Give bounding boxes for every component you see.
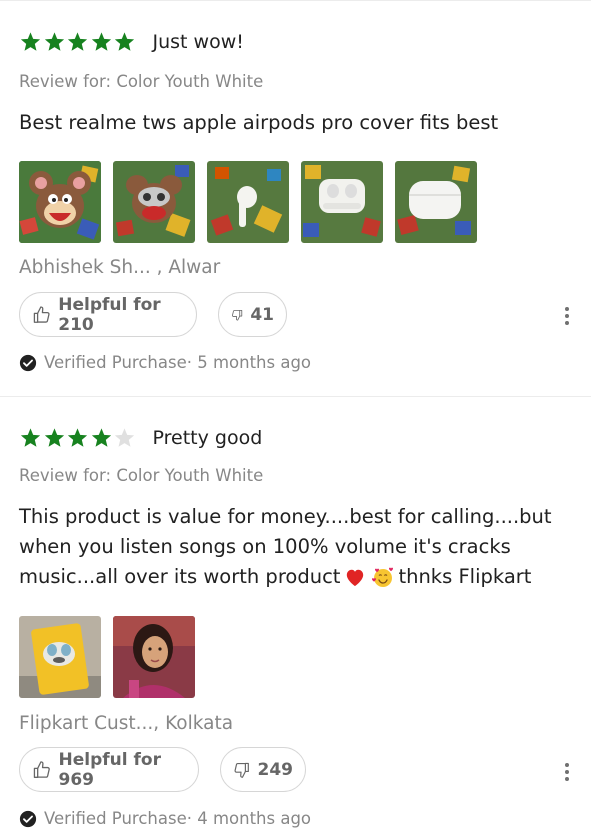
thumbs-down-icon bbox=[232, 309, 243, 321]
thumbs-up-icon bbox=[33, 305, 50, 323]
review-body: Best realme tws apple airpods pro cover … bbox=[19, 111, 499, 134]
star-icon bbox=[91, 32, 111, 51]
star-icon bbox=[44, 428, 64, 447]
rating-row: Pretty good bbox=[19, 427, 262, 449]
review-body: This product is value for money....best … bbox=[19, 502, 552, 592]
star-icon bbox=[114, 32, 135, 51]
review-body-text: thnks Flipkart bbox=[398, 565, 532, 588]
dislike-button[interactable]: 249 bbox=[220, 747, 306, 792]
review-body-line: This product is value for money....best … bbox=[19, 505, 552, 528]
verified-label: Verified Purchase bbox=[44, 809, 187, 828]
review-author: Abhishek Sh... , Alwar bbox=[19, 257, 221, 278]
rating-row: Just wow! bbox=[19, 31, 244, 53]
smiling-face-with-hearts-emoji-icon bbox=[372, 567, 394, 587]
review-headline: Just wow! bbox=[152, 31, 244, 53]
review-body-line: when you listen songs on 100% volume it'… bbox=[19, 535, 511, 558]
review-time: · 4 months ago bbox=[186, 809, 312, 828]
dislike-count: 249 bbox=[257, 759, 294, 780]
review-headline: Pretty good bbox=[152, 427, 263, 449]
heart-emoji-icon bbox=[347, 569, 364, 587]
star-empty-icon bbox=[114, 428, 135, 447]
verified-check-icon bbox=[19, 810, 37, 827]
more-options-icon[interactable] bbox=[565, 307, 571, 325]
review-body-text: music...all over its worth product bbox=[19, 565, 341, 588]
verified-label: Verified Purchase bbox=[44, 353, 187, 372]
dislike-count: 41 bbox=[250, 304, 274, 325]
review-image-thumbnail[interactable] bbox=[19, 616, 101, 698]
review-for-variant: Review for: Color Youth White bbox=[19, 72, 264, 91]
review-images bbox=[19, 616, 195, 698]
thumbs-down-icon bbox=[234, 762, 249, 778]
star-icon bbox=[20, 428, 41, 447]
more-options-icon[interactable] bbox=[565, 763, 571, 781]
review-actions: Helpful for 210 41 bbox=[19, 292, 287, 337]
star-icon bbox=[67, 428, 88, 447]
star-rating-4 bbox=[19, 427, 137, 449]
verified-purchase: Verified Purchase · 5 months ago bbox=[19, 353, 311, 372]
review-card-2: Pretty good Review for: Color Youth Whit… bbox=[0, 397, 591, 838]
verified-purchase: Verified Purchase · 4 months ago bbox=[19, 809, 311, 828]
dislike-button[interactable]: 41 bbox=[218, 292, 287, 337]
star-icon bbox=[44, 32, 64, 51]
verified-check-icon bbox=[19, 354, 37, 371]
helpful-label: Helpful for 210 bbox=[58, 294, 161, 335]
review-image-thumbnail[interactable] bbox=[207, 161, 289, 243]
review-image-thumbnail[interactable] bbox=[19, 161, 101, 243]
helpful-label: Helpful for 969 bbox=[58, 749, 161, 790]
thumbs-up-icon bbox=[33, 760, 50, 778]
review-body-line: music...all over its worth product thnks… bbox=[19, 562, 552, 592]
review-card-1: Just wow! Review for: Color Youth White … bbox=[0, 1, 591, 396]
star-icon bbox=[20, 32, 41, 51]
helpful-button[interactable]: Helpful for 210 bbox=[19, 292, 197, 337]
helpful-button[interactable]: Helpful for 969 bbox=[19, 747, 199, 792]
review-image-thumbnail[interactable] bbox=[395, 161, 477, 243]
review-for-variant: Review for: Color Youth White bbox=[19, 466, 264, 485]
review-time: · 5 months ago bbox=[186, 353, 312, 372]
review-image-thumbnail[interactable] bbox=[113, 616, 195, 698]
review-images bbox=[19, 161, 477, 243]
star-icon bbox=[91, 428, 111, 447]
review-image-thumbnail[interactable] bbox=[301, 161, 383, 243]
star-icon bbox=[67, 32, 88, 51]
review-image-thumbnail[interactable] bbox=[113, 161, 195, 243]
review-author: Flipkart Cust..., Kolkata bbox=[19, 713, 234, 734]
review-actions: Helpful for 969 249 bbox=[19, 747, 306, 792]
star-rating-5 bbox=[19, 31, 137, 53]
